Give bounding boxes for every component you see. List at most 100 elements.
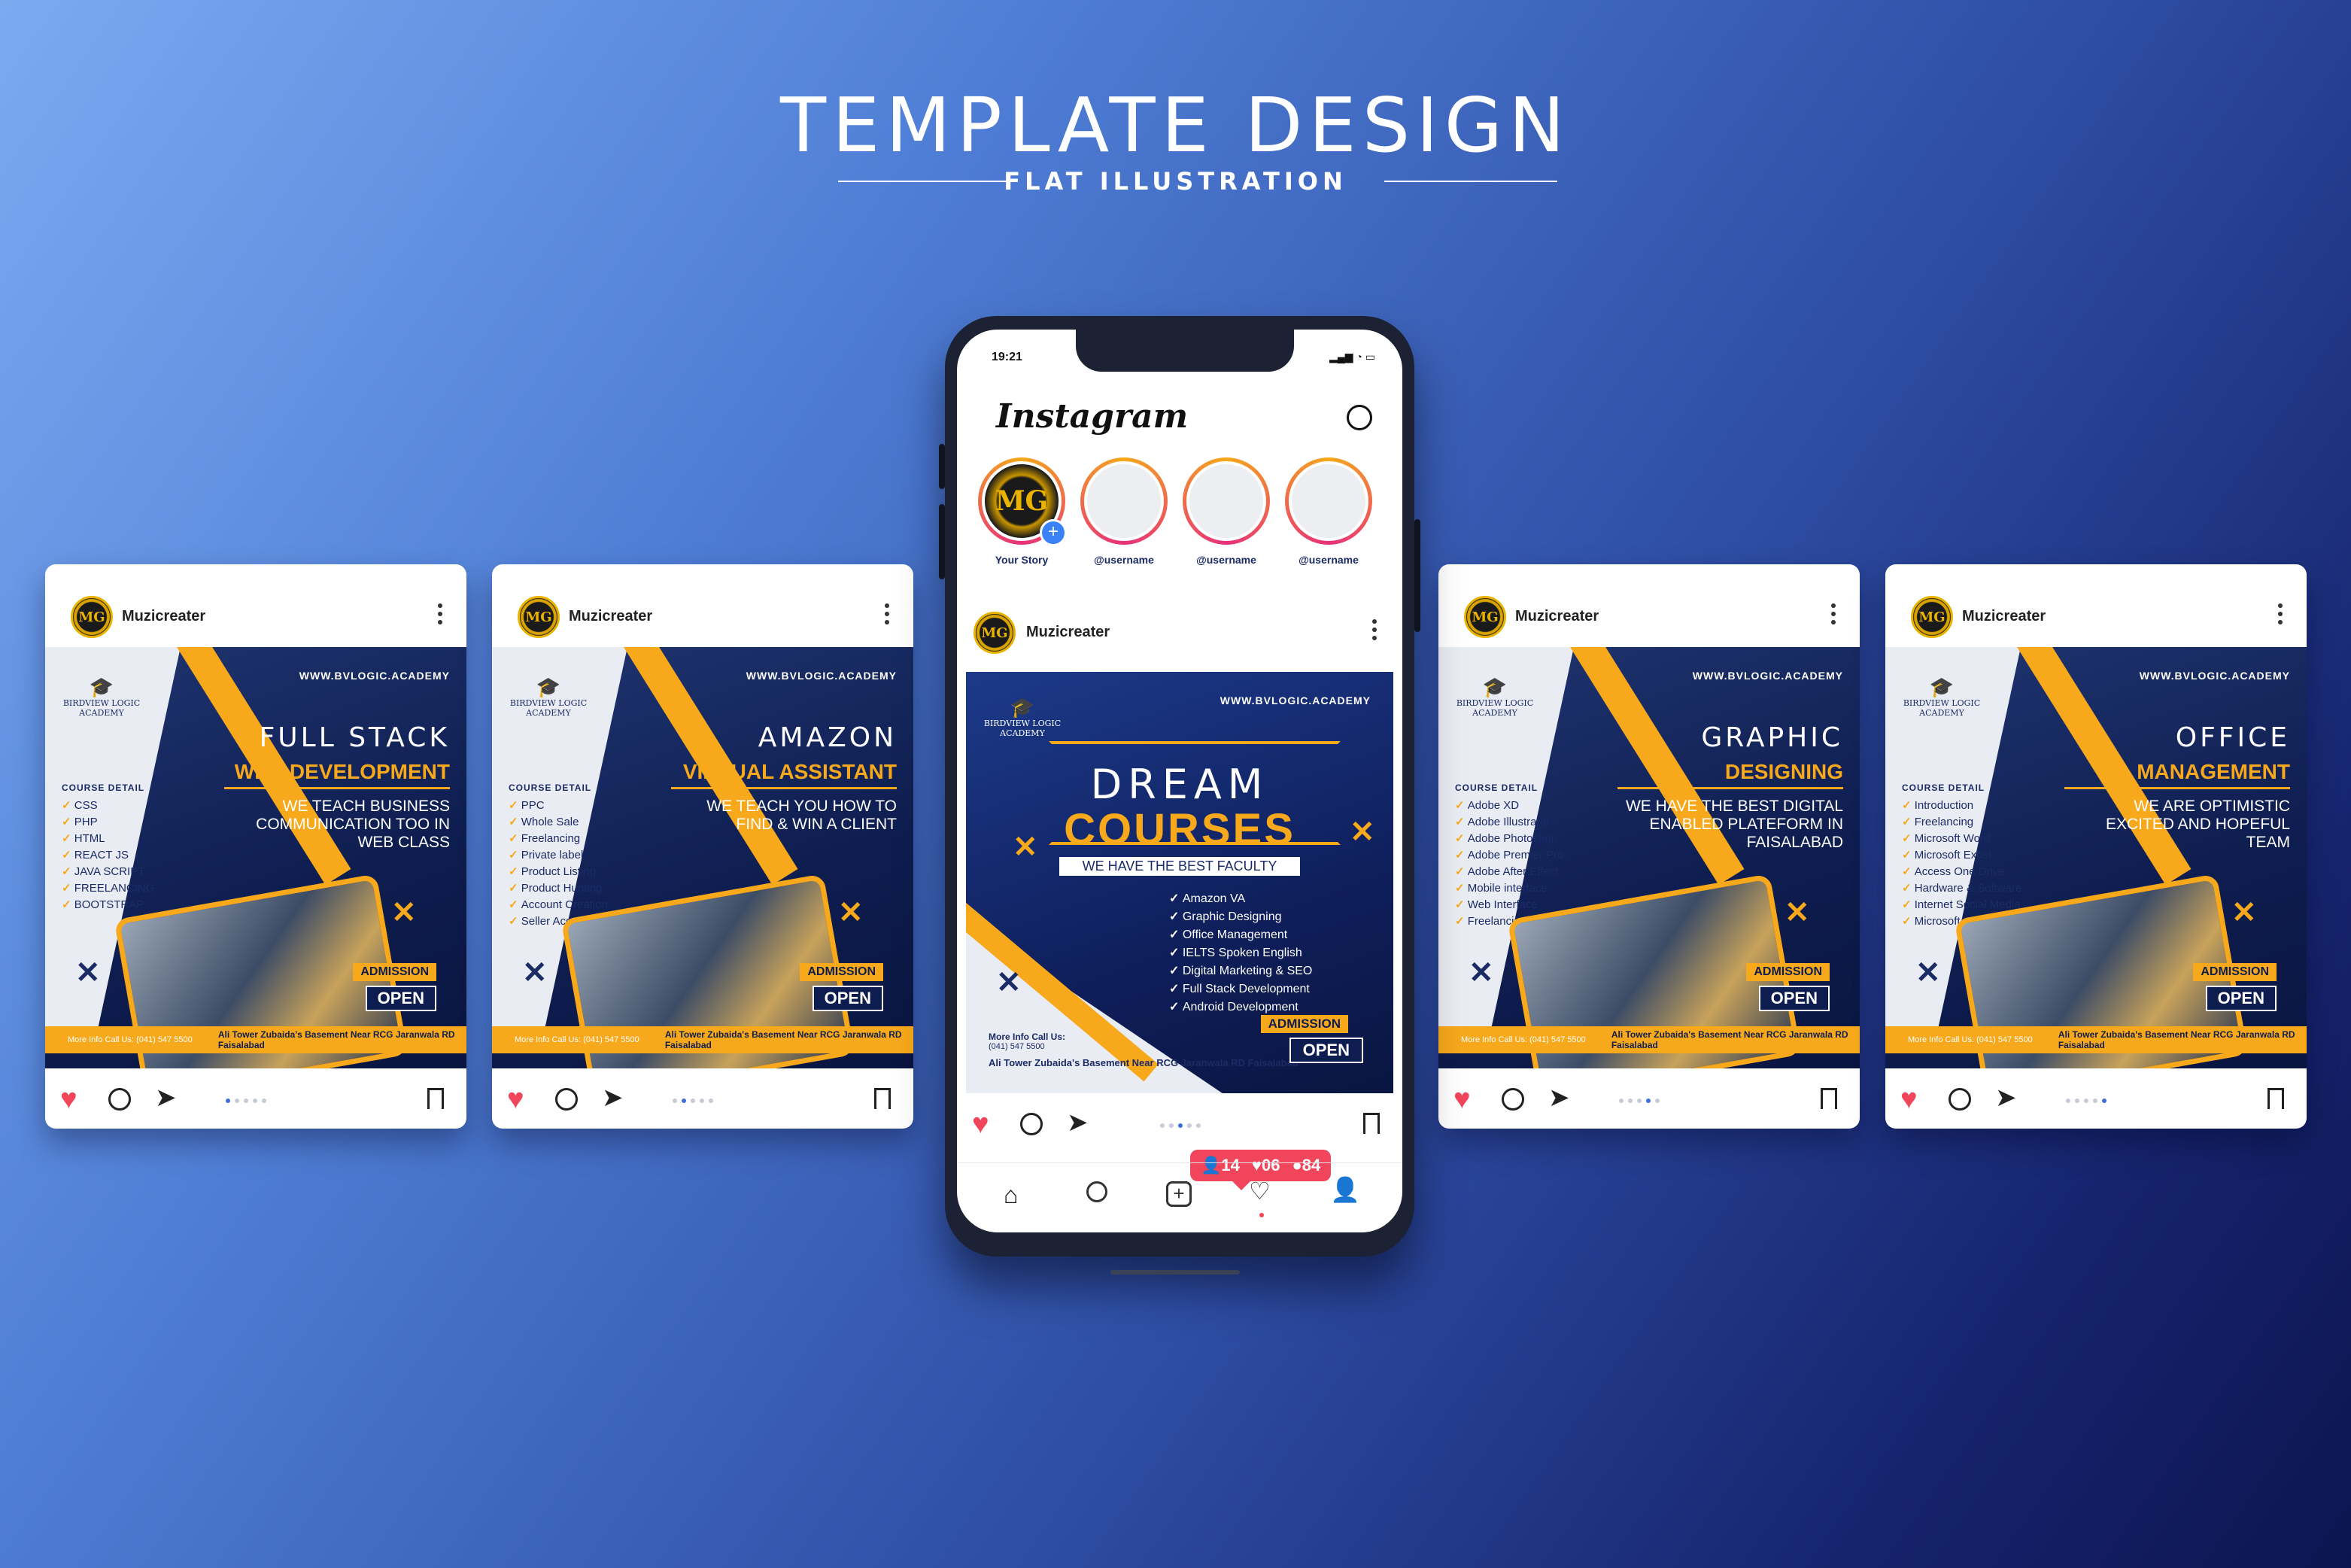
post-image[interactable]: 🎓 BIRDVIEW LOGIC ACADEMY WWW.BVLOGIC.ACAD…	[1885, 647, 2307, 1068]
flyer-title-1: FULL STACK	[259, 722, 450, 753]
post-card-3[interactable]: MG Muzicreater 🎓 BIRDVIEW LOGIC ACADEMY W…	[1438, 564, 1860, 1129]
avatar[interactable]: MG	[1464, 596, 1506, 638]
story-label: @username	[1196, 554, 1256, 566]
post-image[interactable]: 🎓 BIRDVIEW LOGIC ACADEMY WWW.BVLOGIC.ACAD…	[492, 647, 913, 1068]
post-username[interactable]: Muzicreater	[1026, 624, 1110, 641]
post-card-1[interactable]: MG Muzicreater 🎓 BIRDVIEW LOGIC ACADEMY W…	[45, 564, 466, 1129]
more-options-icon[interactable]	[438, 603, 444, 628]
more-options-icon[interactable]	[1372, 619, 1378, 644]
status-icons: ▂▄▆ ◔ ▭	[1329, 351, 1375, 363]
bookmark-icon[interactable]	[2267, 1088, 2284, 1109]
academy-logo: 🎓 BIRDVIEW LOGIC ACADEMY	[507, 677, 590, 718]
more-options-icon[interactable]	[1831, 603, 1837, 628]
heart-icon[interactable]: ♥	[1900, 1085, 1918, 1114]
post-username[interactable]: Muzicreater	[122, 608, 205, 625]
user-icon[interactable]: 👤	[1330, 1175, 1360, 1204]
search-icon[interactable]	[1086, 1181, 1107, 1202]
bookmark-icon[interactable]	[1363, 1113, 1380, 1134]
x-shape-icon: ✕	[2231, 896, 2257, 929]
open-label: OPEN	[365, 986, 436, 1011]
send-icon[interactable]: ➤	[1995, 1083, 2017, 1112]
course-item: Digital Marketing & SEO	[1169, 962, 1313, 980]
home-icon[interactable]: ⌂	[1004, 1181, 1018, 1209]
post-username[interactable]: Muzicreater	[1515, 608, 1599, 625]
send-icon[interactable]: ➤	[155, 1083, 177, 1112]
post-image[interactable]: 🎓 BIRDVIEW LOGIC ACADEMY WWW.BVLOGIC.ACAD…	[1438, 647, 1860, 1068]
story-item[interactable]: @username	[1181, 457, 1271, 566]
open-label: OPEN	[2205, 986, 2277, 1011]
admission-label: ADMISSION	[2193, 963, 2277, 981]
heart-icon[interactable]: ♥	[60, 1085, 77, 1114]
send-icon[interactable]: ➤	[602, 1083, 624, 1112]
story-item[interactable]: @username	[1079, 457, 1169, 566]
heart-icon[interactable]: ♥	[1453, 1085, 1471, 1114]
comment-icon[interactable]	[1949, 1088, 1971, 1111]
course-item: Freelancing	[1902, 814, 2024, 831]
flyer-url: WWW.BVLOGIC.ACADEMY	[299, 670, 450, 682]
course-list: Amazon VAGraphic DesigningOffice Managem…	[1169, 890, 1313, 1016]
post-card-4[interactable]: MG Muzicreater 🎓 BIRDVIEW LOGIC ACADEMY W…	[1885, 564, 2307, 1129]
bookmark-icon[interactable]	[427, 1088, 444, 1109]
graduation-cap-icon: 🎓	[536, 676, 561, 699]
course-list: Adobe XDAdobe IllustratorAdobe Photoshop…	[1455, 798, 1564, 930]
more-options-icon[interactable]	[885, 603, 891, 628]
course-item: PPC	[509, 798, 662, 814]
heart-icon[interactable]: ♥	[507, 1085, 524, 1114]
x-shape-icon: ✕	[522, 956, 548, 989]
course-item: Product Hunting	[509, 880, 662, 897]
course-item: Amazon VA	[1169, 890, 1312, 908]
more-options-icon[interactable]	[2278, 603, 2284, 628]
stories-bar: MG + Your Story @username @username @use…	[977, 457, 1398, 570]
flyer-title-2: VIRTUAL ASSISTANT	[682, 760, 897, 783]
bookmark-icon[interactable]	[1821, 1088, 1837, 1109]
heart-icon[interactable]: ♥	[972, 1110, 989, 1138]
flyer-phone: More Info Call Us: (041) 547 5500	[1461, 1035, 1586, 1044]
post-actions: ♥ ➤	[45, 1070, 466, 1129]
add-icon[interactable]: +	[1166, 1181, 1192, 1207]
send-icon[interactable]: ➤	[1067, 1108, 1089, 1137]
bookmark-icon[interactable]	[874, 1088, 891, 1109]
story-label: @username	[1299, 554, 1359, 566]
post-username[interactable]: Muzicreater	[569, 608, 652, 625]
graduation-cap-icon: 🎓	[1929, 676, 1955, 699]
course-item: FREELANCING	[62, 880, 155, 897]
course-item: Adobe Premier Pro	[1455, 847, 1564, 864]
admission-label: ADMISSION	[353, 963, 436, 981]
activity-heart-icon[interactable]: ♡	[1249, 1177, 1271, 1217]
comment-icon[interactable]	[1020, 1113, 1043, 1135]
messenger-icon[interactable]	[1347, 405, 1372, 430]
add-story-icon[interactable]: +	[1040, 519, 1067, 546]
comment-icon[interactable]	[1502, 1088, 1524, 1111]
avatar[interactable]: MG	[518, 596, 560, 638]
academy-logo: 🎓 BIRDVIEW LOGIC ACADEMY	[60, 677, 143, 718]
send-icon[interactable]: ➤	[1548, 1083, 1570, 1112]
course-list: CSSPHPHTMLREACT JSJAVA SCRIPTFREELANCING…	[62, 798, 155, 913]
post-actions: ♥ ➤	[492, 1070, 913, 1129]
flyer-address: Ali Tower Zubaida's Basement Near RCG Ja…	[1611, 1029, 1848, 1050]
course-item: Microsoft Word	[1902, 831, 2024, 847]
post-image[interactable]: 🎓 BIRDVIEW LOGIC ACADEMY WWW.BVLOGIC.ACAD…	[45, 647, 466, 1068]
x-shape-icon: ✕	[1013, 831, 1038, 864]
post-card-2[interactable]: MG Muzicreater 🎓 BIRDVIEW LOGIC ACADEMY W…	[492, 564, 913, 1129]
avatar[interactable]: MG	[71, 596, 113, 638]
x-shape-icon: ✕	[1785, 896, 1810, 929]
story-your-story[interactable]: MG + Your Story	[977, 457, 1067, 566]
course-item: Hardware & Software	[1902, 880, 2024, 897]
status-time: 19:21	[992, 351, 1022, 363]
story-item[interactable]: @username	[1283, 457, 1374, 566]
flyer-title-1: GRAPHIC	[1701, 722, 1843, 753]
post-header: MG Muzicreater	[45, 564, 466, 647]
x-shape-icon: ✕	[391, 896, 417, 929]
avatar[interactable]: MG	[1911, 596, 1953, 638]
avatar[interactable]: MG	[974, 612, 1016, 654]
flyer-url: WWW.BVLOGIC.ACADEMY	[2139, 670, 2290, 682]
flyer-tagline: WE TEACH BUSINESS COMMUNICATION TOO IN W…	[256, 798, 450, 851]
comment-icon[interactable]	[108, 1088, 131, 1111]
phone-button	[1414, 519, 1420, 632]
comment-icon[interactable]	[555, 1088, 578, 1111]
course-detail-label: COURSE DETAIL	[62, 782, 145, 793]
post-image[interactable]: 🎓 BIRDVIEW LOGIC ACADEMY WWW.BVLOGIC.ACAD…	[966, 672, 1393, 1093]
post-username[interactable]: Muzicreater	[1962, 608, 2046, 625]
course-item: REACT JS	[62, 847, 154, 864]
flyer-phone: More Info Call Us: (041) 547 5500	[515, 1035, 639, 1044]
